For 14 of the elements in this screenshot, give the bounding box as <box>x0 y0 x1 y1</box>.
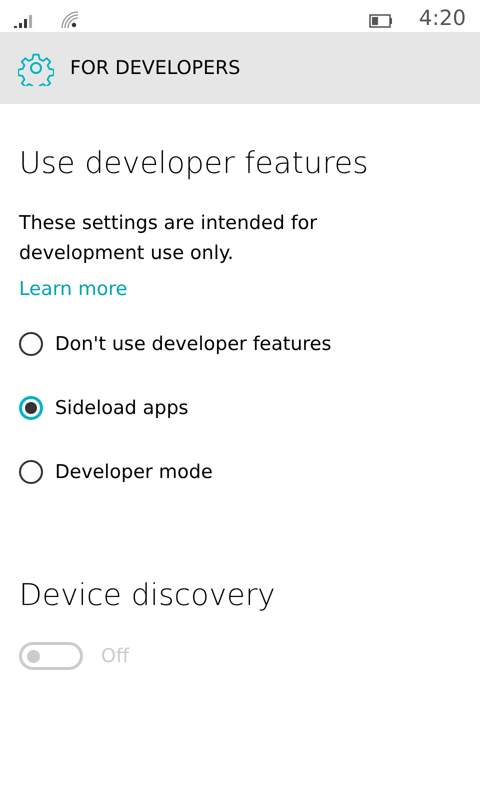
radio-label[interactable]: Don't use developer features <box>55 328 332 360</box>
signal-icon <box>14 14 34 28</box>
radio-button[interactable] <box>19 332 43 356</box>
description-text: These settings are intended for development use only. <box>19 211 318 266</box>
section-heading: Device discovery <box>19 577 276 615</box>
radio-label[interactable]: Sideload apps <box>55 392 188 424</box>
radio-button[interactable] <box>19 396 43 420</box>
wifi-icon <box>60 10 78 28</box>
battery-icon <box>368 14 393 28</box>
page-title: FOR DEVELOPERS <box>70 57 240 79</box>
status-time: 4:20 <box>418 6 466 30</box>
radio-button[interactable] <box>19 460 43 484</box>
radio-label[interactable]: Developer mode <box>55 456 213 488</box>
section-heading: Use developer features <box>19 145 370 183</box>
